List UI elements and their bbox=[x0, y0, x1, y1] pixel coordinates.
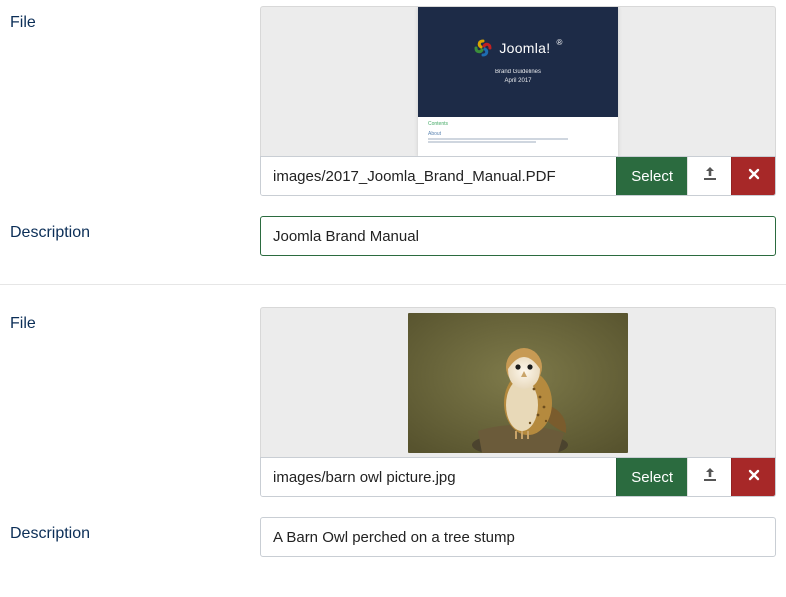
file-input-group: Select bbox=[260, 156, 776, 196]
joomla-brand-text: Joomla! bbox=[499, 40, 550, 56]
file-field-row: File bbox=[0, 301, 786, 503]
file-control: Select bbox=[260, 307, 776, 497]
description-field-row: Description bbox=[0, 511, 786, 563]
field-label-file: File bbox=[10, 6, 260, 32]
description-input[interactable] bbox=[260, 216, 776, 256]
upload-icon bbox=[702, 467, 718, 487]
description-input[interactable] bbox=[260, 517, 776, 557]
file-path-input[interactable] bbox=[261, 157, 616, 195]
close-icon bbox=[746, 166, 762, 186]
file-preview bbox=[260, 307, 776, 457]
file-field-row: File bbox=[0, 0, 786, 202]
pdf-thumbnail: Joomla! ® Brand Guidelines April 2017 Co… bbox=[418, 7, 618, 157]
joomla-logo: Joomla! ® bbox=[473, 38, 562, 58]
item-divider bbox=[0, 284, 786, 285]
remove-button[interactable] bbox=[731, 458, 775, 496]
file-path-input[interactable] bbox=[261, 458, 616, 496]
field-label-file: File bbox=[10, 307, 260, 333]
field-label-description: Description bbox=[10, 216, 260, 242]
file-input-group: Select bbox=[260, 457, 776, 497]
field-label-description: Description bbox=[10, 517, 260, 543]
select-button[interactable]: Select bbox=[616, 458, 687, 496]
file-preview: Joomla! ® Brand Guidelines April 2017 Co… bbox=[260, 6, 776, 156]
joomla-mark-icon bbox=[473, 38, 493, 58]
select-button[interactable]: Select bbox=[616, 157, 687, 195]
remove-button[interactable] bbox=[731, 157, 775, 195]
description-field-row: Description bbox=[0, 210, 786, 262]
upload-icon bbox=[702, 166, 718, 186]
close-icon bbox=[746, 467, 762, 487]
upload-button[interactable] bbox=[687, 458, 731, 496]
image-thumbnail bbox=[408, 313, 628, 453]
upload-button[interactable] bbox=[687, 157, 731, 195]
file-control: Joomla! ® Brand Guidelines April 2017 Co… bbox=[260, 6, 776, 196]
